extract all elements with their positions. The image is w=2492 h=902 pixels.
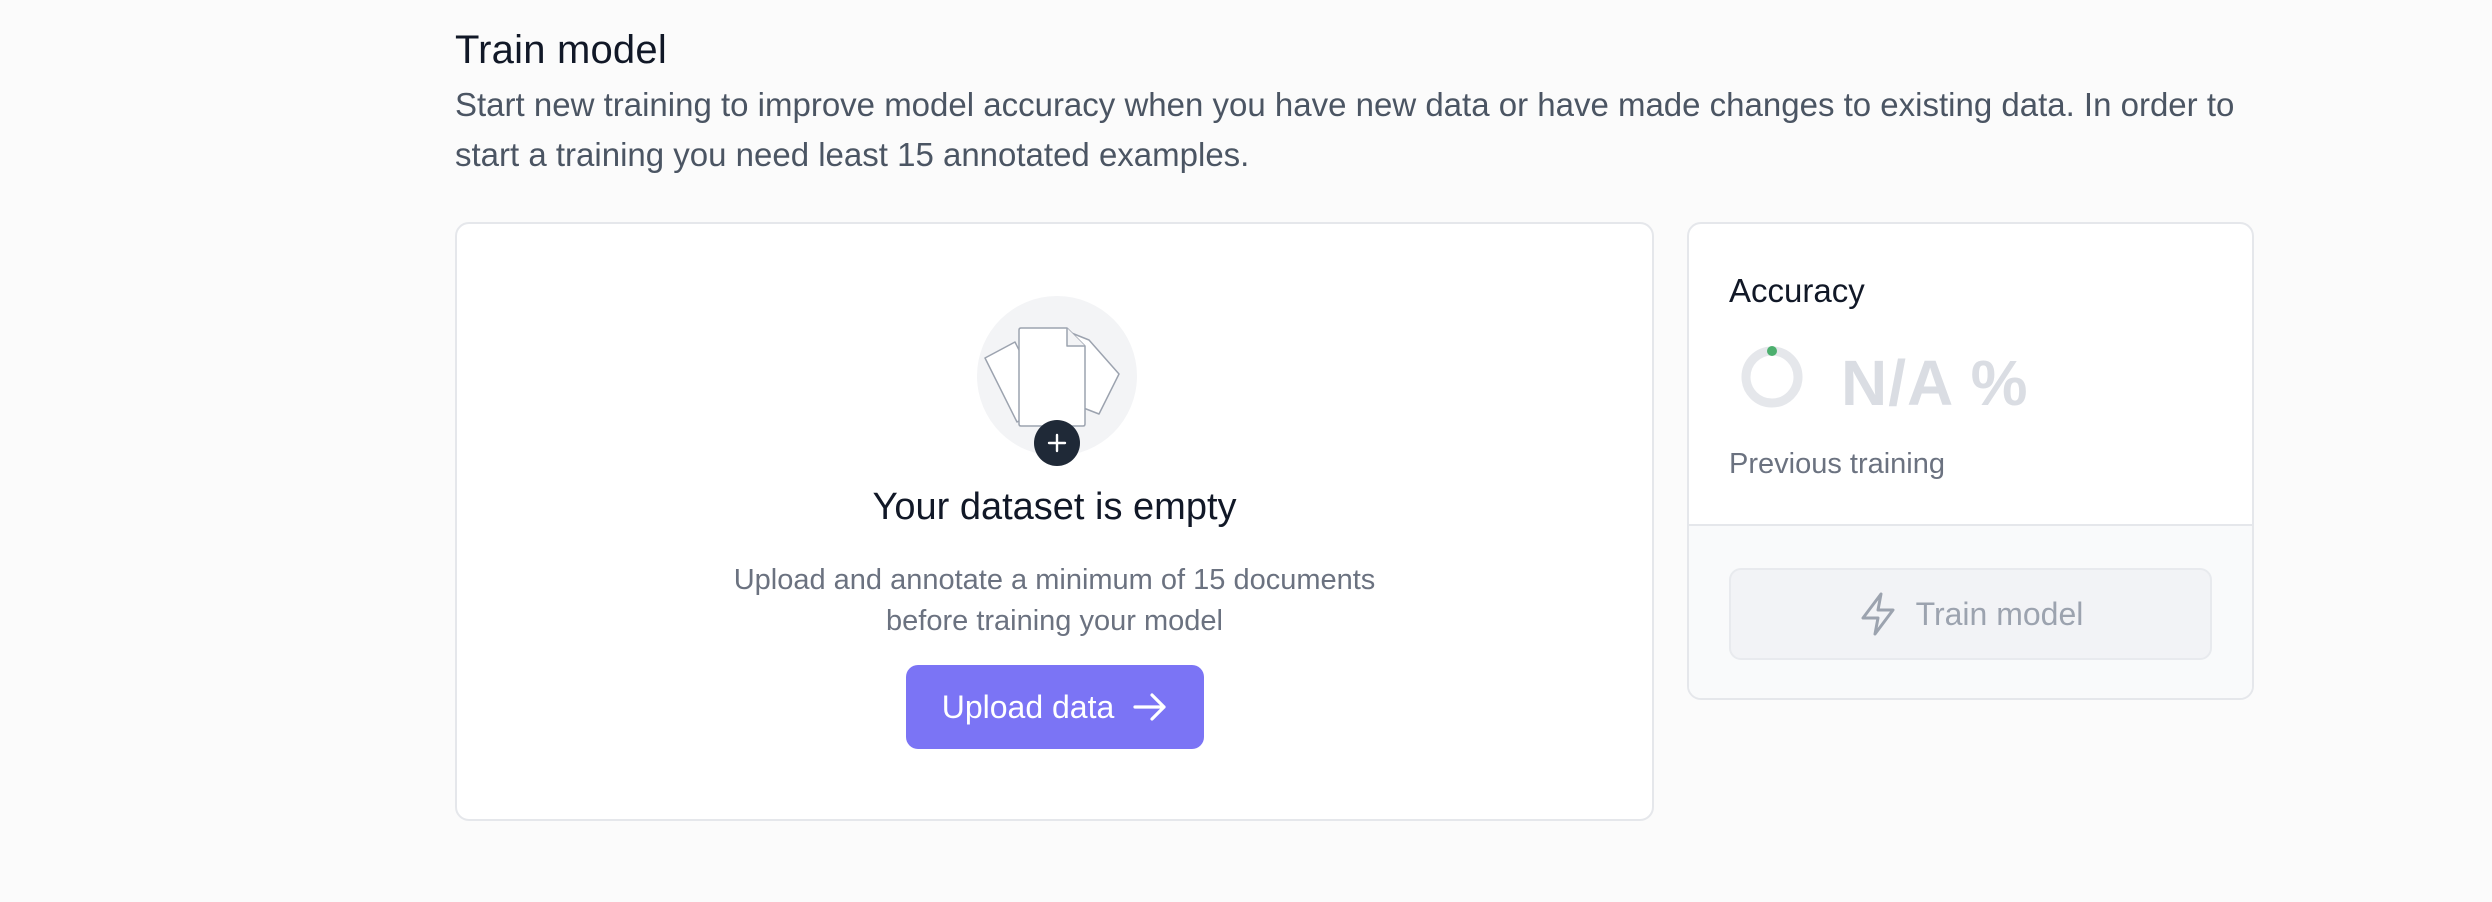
upload-data-button[interactable]: Upload data [906,665,1204,749]
train-model-page: Train model Start new training to improv… [0,0,2492,902]
accuracy-card: Accuracy N/A % Previous training Train m… [1687,222,2254,700]
empty-dataset-title: Your dataset is empty [872,486,1237,528]
lightning-icon [1861,592,1895,636]
upload-data-label: Upload data [941,688,1115,725]
dataset-card: Your dataset is empty Upload and annotat… [455,222,1654,821]
empty-dataset-illustration [977,296,1137,466]
train-model-label: Train model [1915,595,2084,632]
accuracy-actions: Train model [1689,524,2252,698]
page-title: Train model [455,28,667,72]
arrow-right-icon [1133,693,1166,721]
add-document-badge [1034,420,1080,466]
accuracy-ring-icon [1741,346,1803,408]
previous-training-label: Previous training [1729,448,1945,480]
accuracy-value: N/A % [1841,347,2029,419]
empty-dataset-description: Upload and annotate a minimum of 15 docu… [733,564,1376,637]
train-model-button[interactable]: Train model [1729,568,2212,660]
plus-icon [1047,433,1067,453]
accuracy-title: Accuracy [1729,272,1865,309]
accuracy-summary: Accuracy N/A % Previous training [1689,224,2252,524]
page-description: Start new training to improve model accu… [455,86,2235,173]
